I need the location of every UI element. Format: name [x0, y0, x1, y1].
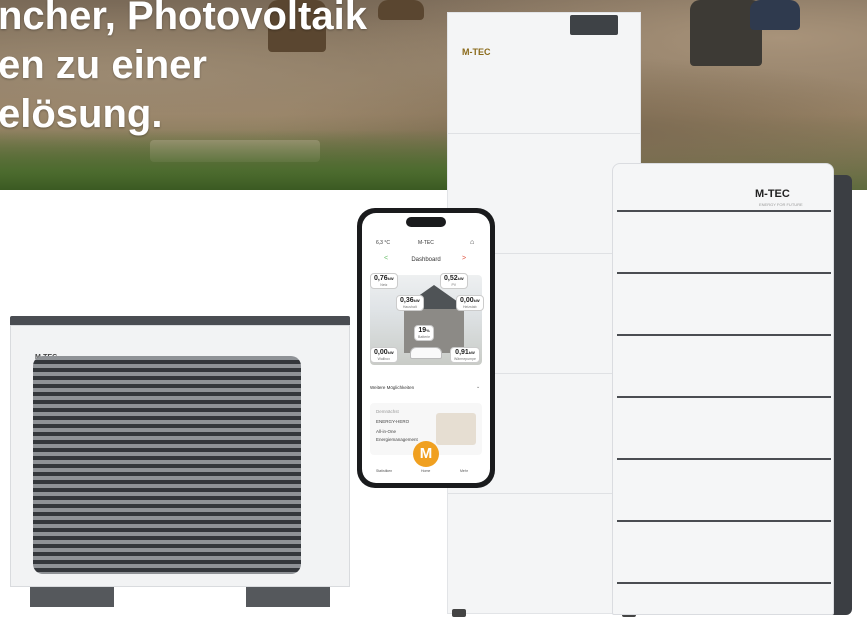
reading-unit: kW	[468, 350, 475, 355]
battery-body: M-TEC ENERGY FOR FUTURE	[612, 163, 834, 615]
phone-notch	[406, 217, 446, 227]
reading-wallbox[interactable]: 0,00kW Wallbox	[370, 347, 398, 363]
battery-logo: M-TEC	[755, 188, 790, 200]
reading-unit: kW	[387, 350, 394, 355]
tower-foot-left	[452, 609, 466, 617]
reading-value: 0,00	[460, 297, 474, 304]
battery-stack: M-TEC ENERGY FOR FUTURE	[612, 163, 852, 615]
reading-value: 0,91	[455, 349, 469, 356]
dashboard-title: Dashboard	[411, 257, 441, 263]
card-title: ENERGY-HERO	[376, 419, 410, 424]
reading-unit: kW	[387, 276, 394, 281]
reading-heat-pump[interactable]: 0,91kW Wärmepumpe	[450, 347, 480, 363]
heat-pump-top-cover	[10, 316, 350, 325]
reading-label: Wallbox	[377, 357, 390, 361]
heat-pump-foot-left	[30, 587, 114, 607]
more-options-label[interactable]: Weitere Möglichkeiten	[370, 385, 414, 390]
reading-label: Batterie	[418, 335, 431, 339]
heat-pump-feet	[10, 587, 350, 610]
reading-label: PV	[451, 283, 457, 287]
battery-module-line	[617, 334, 831, 336]
reading-unit: kW	[457, 276, 464, 281]
chevron-right-icon[interactable]: >	[462, 255, 466, 262]
car-icon	[410, 347, 442, 359]
chevron-down-icon[interactable]: ⌄	[476, 384, 480, 390]
boot-left-2	[378, 0, 424, 20]
heat-pump-unit: M-TEC	[10, 316, 350, 610]
battery-module-line	[617, 458, 831, 460]
reading-label: Heizstab	[463, 305, 477, 309]
nav-statistics[interactable]: Statistiken	[376, 469, 392, 473]
tower-logo: M-TEC	[462, 47, 491, 57]
battery-module-line	[617, 272, 831, 274]
reading-unit: kW	[413, 298, 420, 303]
nav-home[interactable]: Home	[421, 469, 430, 473]
heat-pump-grille	[33, 356, 301, 574]
battery-module-line	[617, 396, 831, 398]
hero-headline: ncher, Photovoltaik en zu einer elösung.	[0, 0, 367, 139]
card-kicker: Demnächst	[376, 409, 399, 414]
battery-module-line	[617, 210, 831, 212]
reading-value: 0,52	[444, 275, 458, 282]
app-screen: 6,3 °C M-TEC ⌂ < Dashboard > 0,76kW Netz…	[362, 213, 490, 483]
home-icon[interactable]: ⌂	[470, 239, 474, 246]
reading-battery[interactable]: 19% Batterie	[414, 325, 435, 341]
headline-line-2: en zu einer	[0, 43, 207, 87]
battery-module-line	[617, 582, 831, 584]
battery-logo-text: M-TEC	[755, 188, 790, 200]
tower-module-divider	[448, 133, 640, 134]
reading-heating-rod[interactable]: 0,00kW Heizstab	[456, 295, 484, 311]
jeans-right	[750, 0, 800, 30]
heat-pump-body: M-TEC	[10, 325, 350, 587]
reading-value: 0,36	[400, 297, 414, 304]
m-tec-app-button[interactable]: M	[413, 441, 439, 467]
card-line-1: All-in-One	[376, 429, 397, 434]
reading-value: 0,00	[374, 349, 388, 356]
reading-label: Netz	[380, 283, 388, 287]
card-product-image	[436, 413, 476, 445]
reading-unit: %	[426, 328, 430, 333]
hero-photo: ncher, Photovoltaik en zu einer elösung.	[0, 0, 867, 190]
reading-pv[interactable]: 0,52kW PV	[440, 273, 468, 289]
reading-household[interactable]: 0,36kW Haushalt	[396, 295, 424, 311]
temperature-readout: 6,3 °C	[376, 240, 390, 246]
tower-display	[570, 15, 618, 35]
headline-line-1: ncher, Photovoltaik	[0, 0, 367, 38]
smartphone: 6,3 °C M-TEC ⌂ < Dashboard > 0,76kW Netz…	[357, 208, 495, 488]
heat-pump-foot-right	[246, 587, 330, 607]
app-title: M-TEC	[418, 240, 434, 246]
reading-value: 19	[418, 327, 427, 334]
reading-grid[interactable]: 0,76kW Netz	[370, 273, 398, 289]
headline-line-3: elösung.	[0, 92, 163, 136]
battery-module-line	[617, 520, 831, 522]
reading-unit: kW	[473, 298, 480, 303]
nav-more[interactable]: Mehr	[460, 469, 468, 473]
card-line-2: Energiemanagement	[376, 437, 418, 442]
grass-border	[0, 130, 460, 190]
reading-label: Haushalt	[402, 305, 417, 309]
reading-value: 0,76	[374, 275, 388, 282]
battery-tagline: ENERGY FOR FUTURE	[759, 202, 803, 207]
reading-label: Wärmepumpe	[454, 357, 476, 361]
